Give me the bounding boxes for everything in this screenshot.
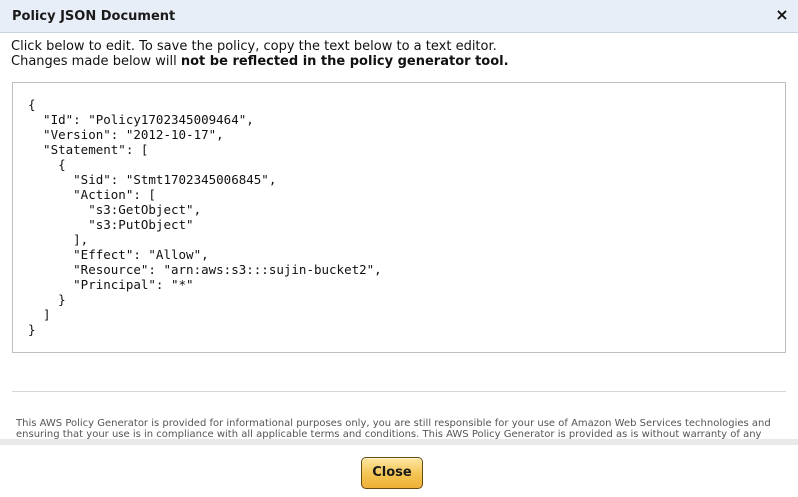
dialog-title: Policy JSON Document: [12, 9, 176, 24]
dialog-titlebar: Policy JSON Document ×: [0, 0, 798, 33]
instructions-line2: Changes made below will not be reflected…: [11, 54, 781, 69]
policy-json-editor[interactable]: { "Id": "Policy1702345009464", "Version"…: [12, 82, 786, 353]
instructions-line2-bold: not be reflected in the policy generator…: [180, 54, 509, 69]
close-button[interactable]: Close: [361, 457, 423, 489]
close-icon[interactable]: ×: [774, 7, 790, 23]
instructions: Click below to edit. To save the policy,…: [11, 39, 781, 69]
disclaimer-text: This AWS Policy Generator is provided fo…: [16, 418, 771, 439]
policy-json-dialog: Policy JSON Document × Click below to ed…: [0, 0, 798, 497]
divider: [12, 391, 786, 392]
instructions-line1: Click below to edit. To save the policy,…: [11, 39, 497, 54]
instructions-line2-prefix: Changes made below will: [11, 54, 181, 69]
